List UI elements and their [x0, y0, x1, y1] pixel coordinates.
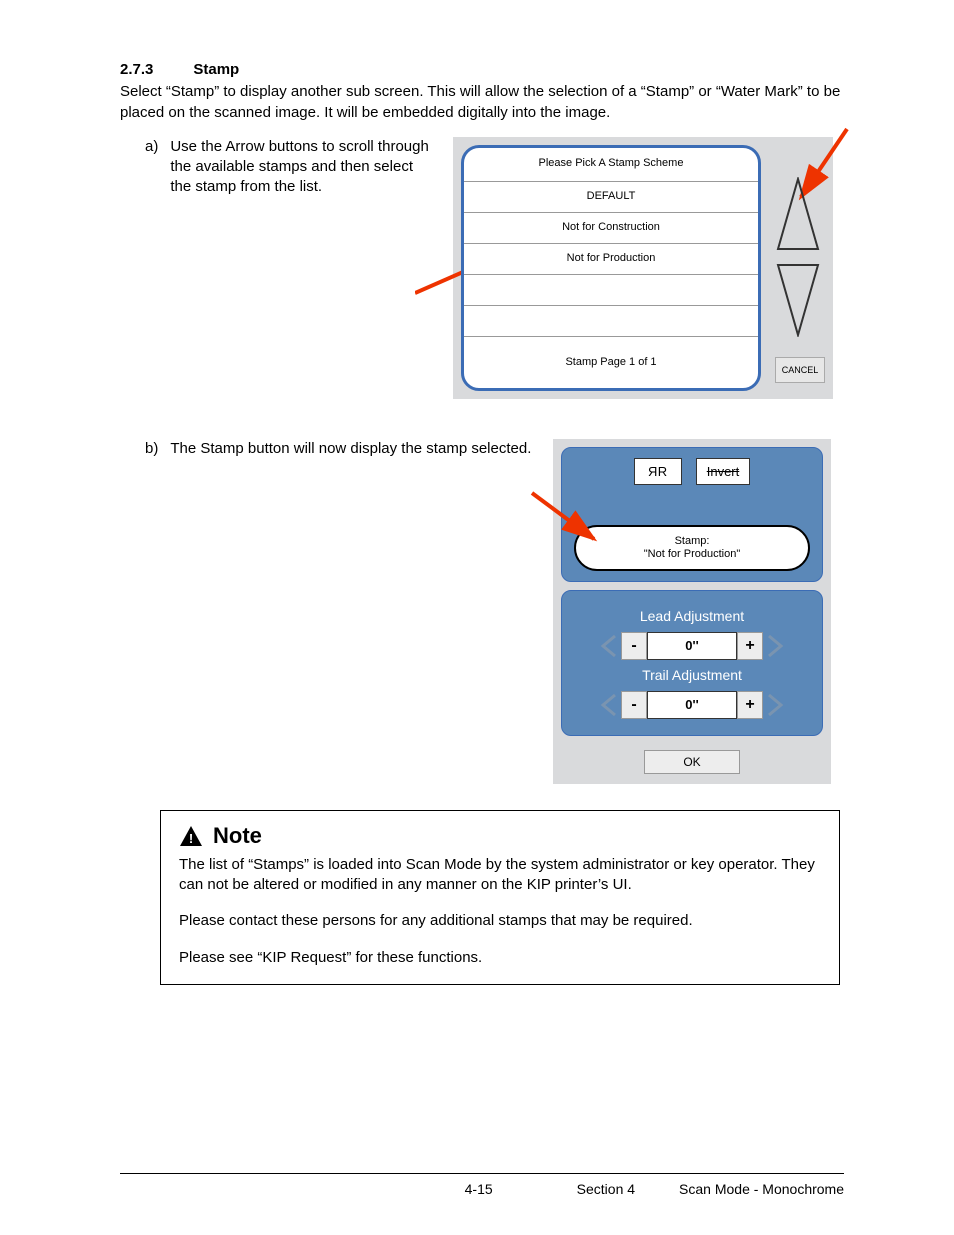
svg-text:!: !	[189, 831, 193, 846]
note-p2: Please contact these persons for any add…	[179, 911, 823, 931]
stamp-value: "Not for Production"	[644, 548, 740, 561]
scroll-down-button[interactable]	[776, 263, 820, 337]
scroll-up-button[interactable]	[776, 177, 820, 251]
intro-text: Select “Stamp” to display another sub sc…	[120, 82, 844, 123]
stamp-page-label: Stamp Page 1 of 1	[464, 336, 758, 388]
lead-adjust-label: Lead Adjustment	[574, 607, 810, 626]
chevron-left-icon	[597, 632, 621, 660]
trail-value: 0''	[647, 691, 737, 719]
stamp-picker-title: Please Pick A Stamp Scheme	[464, 148, 758, 181]
lead-plus-button[interactable]: +	[737, 632, 763, 660]
lead-value: 0''	[647, 632, 737, 660]
section-title: Stamp	[193, 60, 239, 80]
step-b-text: The Stamp button will now display the st…	[170, 439, 531, 459]
stamp-label: Stamp:	[675, 535, 710, 548]
mirror-button[interactable]: RR	[634, 458, 682, 486]
note-heading: Note	[213, 821, 262, 851]
stamp-list-item[interactable]: Not for Construction	[464, 212, 758, 243]
step-b-letter: b)	[145, 439, 158, 459]
stamp-picker-panel: Please Pick A Stamp Scheme DEFAULT Not f…	[453, 137, 833, 399]
stamp-list-item[interactable]: Not for Production	[464, 243, 758, 274]
stamp-list-item[interactable]	[464, 305, 758, 336]
lead-minus-button[interactable]: -	[621, 632, 647, 660]
annotation-arrow-icon	[530, 491, 620, 571]
footer-section: Section 4	[577, 1180, 635, 1199]
footer-title: Scan Mode - Monochrome	[679, 1180, 844, 1199]
note-p3: Please see “KIP Request” for these funct…	[179, 948, 823, 968]
section-number: 2.7.3	[120, 60, 153, 80]
invert-button[interactable]: Invert	[696, 458, 751, 486]
trail-plus-button[interactable]: +	[737, 691, 763, 719]
stamp-list-item[interactable]: DEFAULT	[464, 181, 758, 212]
note-p1: The list of “Stamps” is loaded into Scan…	[179, 855, 823, 896]
stamp-adjust-panel: RR Invert Stamp: "Not for Production" Le…	[553, 439, 831, 784]
stamp-list-item[interactable]	[464, 274, 758, 305]
chevron-left-icon	[597, 691, 621, 719]
chevron-right-icon	[763, 691, 787, 719]
note-box: ! Note The list of “Stamps” is loaded in…	[160, 810, 840, 985]
warning-icon: !	[179, 825, 203, 847]
chevron-right-icon	[763, 632, 787, 660]
step-a-letter: a)	[145, 137, 158, 198]
page-footer: 4-15 Section 4 Scan Mode - Monochrome	[120, 1173, 844, 1199]
trail-adjust-label: Trail Adjustment	[574, 666, 810, 685]
cancel-button[interactable]: CANCEL	[775, 357, 825, 383]
step-a-text: Use the Arrow buttons to scroll through …	[170, 137, 435, 198]
stamp-display-button[interactable]: Stamp: "Not for Production"	[574, 525, 810, 571]
ok-button[interactable]: OK	[644, 750, 740, 774]
page-number: 4-15	[465, 1180, 493, 1199]
trail-minus-button[interactable]: -	[621, 691, 647, 719]
